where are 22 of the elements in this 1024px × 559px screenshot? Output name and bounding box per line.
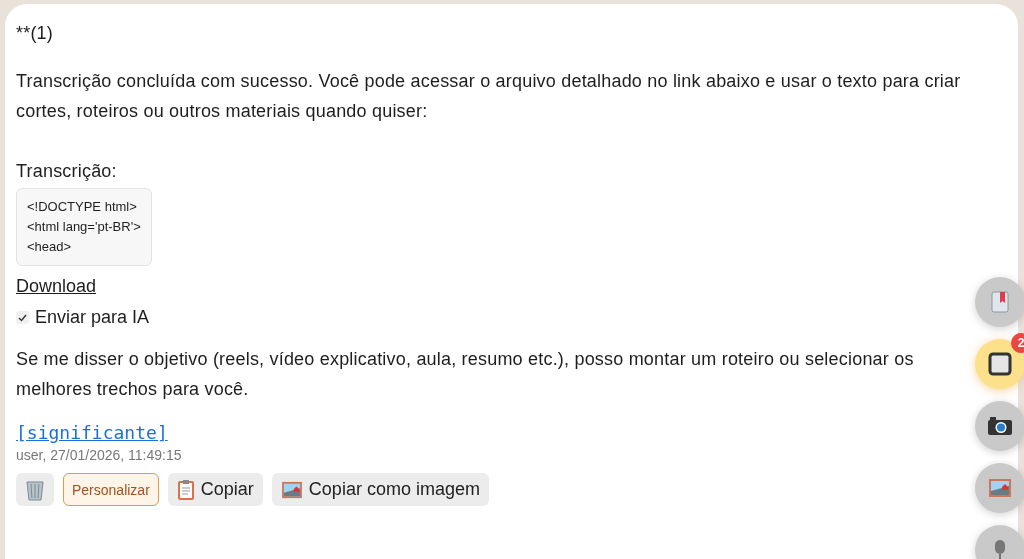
tag-link[interactable]: [significante] bbox=[16, 422, 168, 443]
clipboard-icon bbox=[176, 478, 195, 501]
delete-button[interactable] bbox=[16, 473, 54, 506]
copy-button[interactable]: Copiar bbox=[167, 473, 263, 506]
customize-button[interactable]: Personalizar bbox=[63, 473, 159, 506]
camera-icon bbox=[987, 416, 1013, 436]
framed-picture-icon bbox=[988, 478, 1012, 498]
copy-image-button[interactable]: Copiar como imagem bbox=[271, 473, 489, 506]
framed-picture-icon bbox=[280, 480, 303, 499]
message-paragraph: Se me disser o objetivo (reels, vídeo explicativo, aula, resumo etc.), posso montar um roteiro ou selecionar os melhores trechos para você. bbox=[16, 348, 915, 401]
checkbox-label: Enviar para IA bbox=[35, 307, 150, 328]
wastebasket-icon bbox=[25, 478, 45, 501]
stop-icon bbox=[988, 352, 1012, 376]
microphone-icon bbox=[992, 539, 1008, 559]
checkbox[interactable] bbox=[16, 311, 29, 324]
transcript-label: Transcrição: bbox=[16, 160, 118, 183]
code-block: <!DOCTYPE html> <html lang='pt-BR'> <head> bbox=[16, 188, 152, 266]
download-link[interactable]: Download bbox=[16, 276, 97, 297]
message-heading: **(1) bbox=[16, 22, 54, 45]
book-icon bbox=[990, 291, 1010, 313]
message-paragraph: Transcrição concluída com sucesso. Você pode acessar o arquivo detalhado no link abaixo e usar o texto para criar cortes, roteiros ou outros materiais quando quiser: bbox=[16, 70, 962, 123]
message-meta: user, 27/01/2026, 11:49:15 bbox=[16, 447, 183, 463]
